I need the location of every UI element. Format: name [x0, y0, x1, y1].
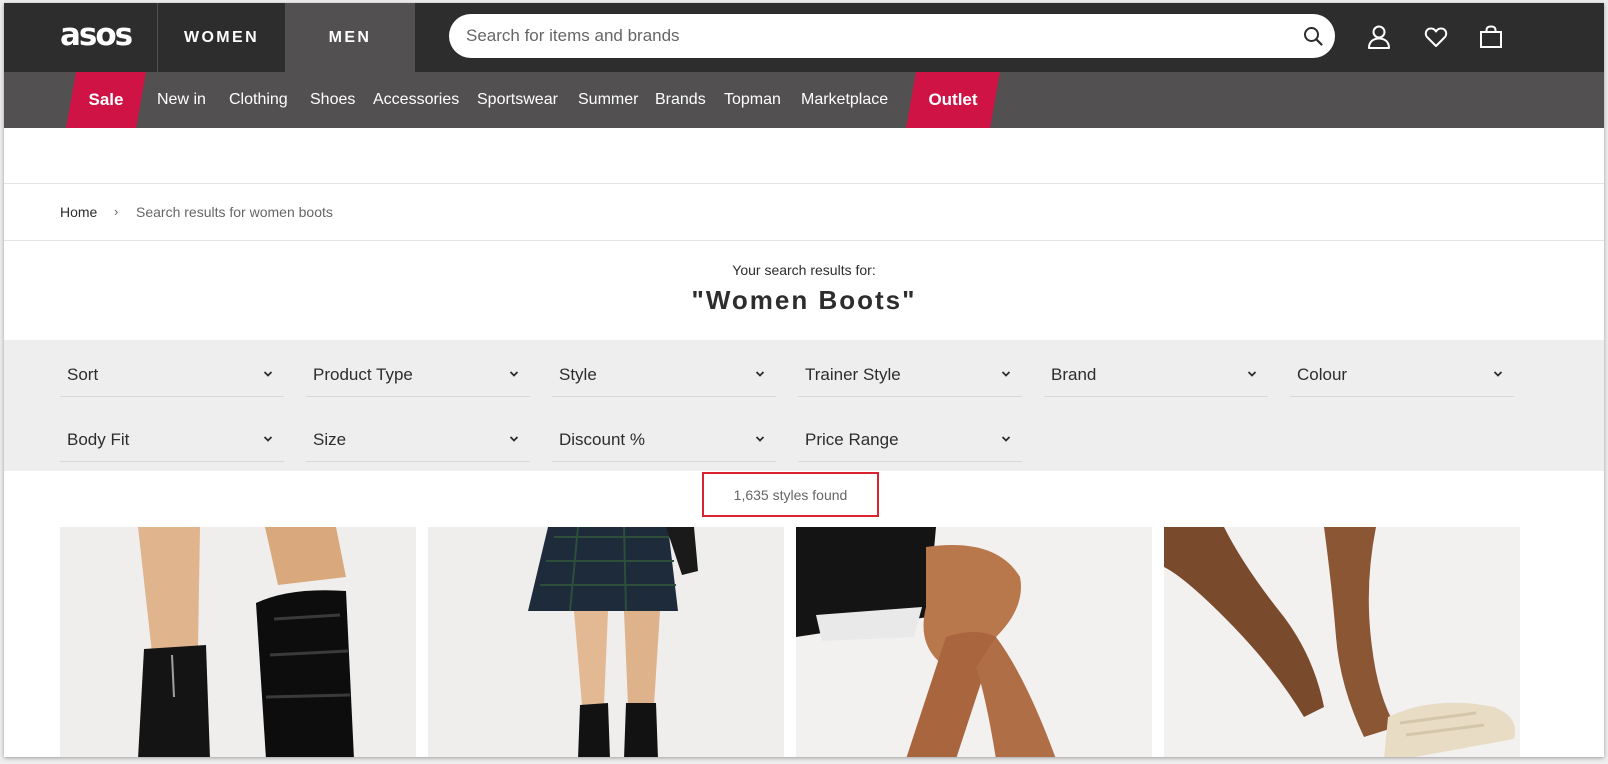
- heart-icon[interactable]: [1423, 24, 1449, 50]
- nav-item-marketplace[interactable]: Marketplace: [801, 72, 888, 128]
- styles-found-count: 1,635 styles found: [702, 472, 879, 517]
- filter-label: Size: [313, 430, 347, 449]
- chevron-down-icon: [1493, 371, 1503, 377]
- filter-label: Sort: [67, 365, 99, 384]
- filter-label: Body Fit: [67, 430, 130, 449]
- filter-trainer-style[interactable]: Trainer Style: [798, 351, 1022, 397]
- search-results-header: Your search results for: "Women Boots": [4, 241, 1604, 341]
- filter-brand[interactable]: Brand: [1044, 351, 1268, 397]
- filter-sort[interactable]: Sort: [60, 351, 284, 397]
- product-card-2[interactable]: [428, 527, 784, 757]
- filter-colour[interactable]: Colour: [1290, 351, 1514, 397]
- search-icon[interactable]: [1303, 26, 1323, 46]
- nav-item-sportswear[interactable]: Sportswear: [477, 72, 558, 128]
- asos-logo[interactable]: asos: [60, 17, 133, 53]
- filter-body-fit[interactable]: Body Fit: [60, 416, 284, 462]
- bag-icon[interactable]: [1478, 24, 1504, 50]
- search-results-label: Your search results for:: [732, 262, 876, 278]
- filter-label: Trainer Style: [805, 365, 901, 384]
- search-query-title: "Women Boots": [691, 285, 917, 315]
- account-icon[interactable]: [1366, 24, 1392, 50]
- nav-item-new-in[interactable]: New in: [157, 72, 206, 128]
- nav-item-shoes[interactable]: Shoes: [310, 72, 355, 128]
- nav-outlet[interactable]: Outlet: [906, 72, 1000, 128]
- nav-item-topman[interactable]: Topman: [724, 72, 781, 128]
- filter-label: Colour: [1297, 365, 1348, 384]
- filter-bar: Sort Product Type Style Trainer Style Br…: [4, 340, 1604, 471]
- tab-women[interactable]: WOMEN: [157, 3, 285, 72]
- filter-price-range[interactable]: Price Range: [798, 416, 1022, 462]
- category-nav: Sale New in Clothing Shoes Accessories S…: [4, 72, 1604, 128]
- breadcrumb: Home › Search results for women boots: [4, 185, 1604, 241]
- filter-label: Discount %: [559, 430, 645, 449]
- nav-item-brands[interactable]: Brands: [655, 72, 706, 128]
- chevron-down-icon: [509, 436, 519, 442]
- search-input[interactable]: [466, 14, 1286, 58]
- product-image: [428, 527, 784, 757]
- filter-product-type[interactable]: Product Type: [306, 351, 530, 397]
- nav-outlet-label: Outlet: [928, 90, 978, 109]
- search-bar: [449, 14, 1335, 58]
- product-image: [796, 527, 1152, 757]
- nav-sale-label: Sale: [88, 90, 124, 109]
- breadcrumb-home-link[interactable]: Home: [60, 204, 97, 220]
- chevron-down-icon: [263, 371, 273, 377]
- breadcrumb-current: Search results for women boots: [136, 204, 333, 220]
- chevron-down-icon: [1001, 371, 1011, 377]
- chevron-down-icon: [263, 436, 273, 442]
- filter-label: Product Type: [313, 365, 413, 384]
- tab-men[interactable]: MEN: [285, 3, 415, 72]
- top-header: asos WOMEN MEN: [4, 3, 1604, 72]
- chevron-down-icon: [1247, 371, 1257, 377]
- product-card-3[interactable]: [796, 527, 1152, 757]
- chevron-down-icon: [755, 436, 765, 442]
- breadcrumb-separator: ›: [114, 204, 119, 219]
- nav-item-clothing[interactable]: Clothing: [229, 72, 288, 128]
- product-card-4[interactable]: [1164, 527, 1520, 757]
- chevron-down-icon: [1001, 436, 1011, 442]
- product-card-1[interactable]: [60, 527, 416, 757]
- filter-label: Style: [559, 365, 597, 384]
- filter-label: Brand: [1051, 365, 1097, 384]
- filter-size[interactable]: Size: [306, 416, 530, 462]
- banner-spacer: [4, 128, 1604, 184]
- chevron-down-icon: [755, 371, 765, 377]
- filter-discount[interactable]: Discount %: [552, 416, 776, 462]
- nav-sale[interactable]: Sale: [66, 72, 146, 128]
- product-image: [1164, 527, 1520, 757]
- filter-label: Price Range: [805, 430, 899, 449]
- nav-item-summer[interactable]: Summer: [578, 72, 638, 128]
- filter-style[interactable]: Style: [552, 351, 776, 397]
- product-image: [60, 527, 416, 757]
- chevron-down-icon: [509, 371, 519, 377]
- page-frame: asos WOMEN MEN Sale New in Clothing Shoe…: [4, 3, 1604, 757]
- nav-item-accessories[interactable]: Accessories: [373, 72, 459, 128]
